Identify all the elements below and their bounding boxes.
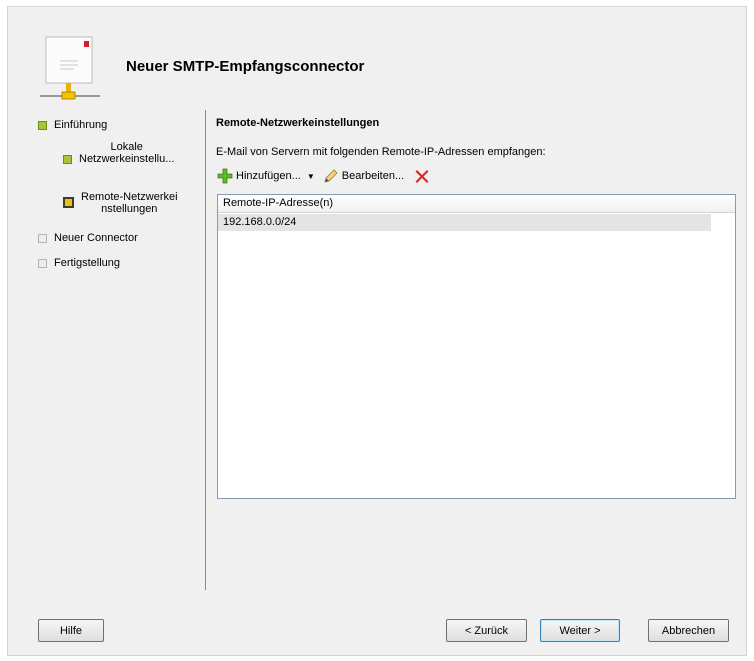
nav-step-label: Einführung [54, 119, 108, 131]
nav-step-label: Neuer Connector [54, 232, 138, 244]
section-title: Remote-Netzwerkeinstellungen [216, 117, 380, 129]
nav-step-label: Fertigstellung [54, 257, 121, 269]
step-pending-icon [38, 259, 47, 268]
green-plus-icon [217, 168, 233, 184]
wizard-header: Neuer SMTP-Empfangsconnector [8, 7, 746, 107]
wizard-dialog: Neuer SMTP-Empfangsconnector Einführung … [7, 6, 747, 656]
help-button[interactable]: Hilfe [38, 619, 104, 642]
back-button[interactable]: < Zurück [446, 619, 527, 642]
nav-step-neuer-connector: Neuer Connector [38, 232, 138, 244]
nav-step-fertigstellung: Fertigstellung [38, 257, 120, 269]
ip-address-value: 192.168.0.0/24 [223, 216, 297, 228]
step-pending-icon [38, 234, 47, 243]
red-x-icon [415, 170, 429, 183]
nav-divider [205, 110, 206, 590]
remote-ip-list[interactable]: Remote-IP-Adresse(n) 192.168.0.0/24 [217, 194, 736, 499]
next-button[interactable]: Weiter > [540, 619, 620, 642]
step-complete-icon [38, 121, 47, 130]
nav-step-label-line2: nstellungen [101, 203, 158, 215]
nav-step-label: Lokale Netzwerkeinstellu... [79, 141, 174, 165]
delete-button[interactable] [414, 168, 430, 184]
nav-step-einfuehrung: Einführung [38, 119, 107, 131]
list-row[interactable]: 192.168.0.0/24 [218, 214, 711, 231]
edit-button-label: Bearbeiten... [341, 170, 405, 182]
list-toolbar: Hinzufügen... ▼ Bearbeiten... [217, 167, 430, 185]
step-current-icon [63, 197, 74, 208]
nav-step-label-line1: Lokale [110, 141, 143, 153]
pencil-icon [324, 169, 338, 183]
nav-step-label: Remote-Netzwerkei nstellungen [81, 191, 178, 215]
section-description: E-Mail von Servern mit folgenden Remote-… [216, 146, 546, 158]
wizard-title: Neuer SMTP-Empfangsconnector [126, 58, 365, 75]
nav-step-label-line2: Netzwerkeinstellu... [79, 153, 175, 165]
add-button-label: Hinzufügen... [236, 170, 301, 182]
column-header-label: Remote-IP-Adresse(n) [223, 197, 334, 209]
connector-envelope-icon [40, 36, 100, 100]
add-button[interactable]: Hinzufügen... ▼ [217, 168, 315, 184]
column-header-remote-ip[interactable]: Remote-IP-Adresse(n) [218, 195, 735, 213]
nav-step-remote-netzwerkeinstellungen: Remote-Netzwerkei nstellungen [63, 191, 178, 215]
chevron-down-icon[interactable]: ▼ [307, 172, 315, 181]
cancel-button[interactable]: Abbrechen [648, 619, 729, 642]
step-complete-icon [63, 155, 72, 164]
edit-button[interactable]: Bearbeiten... [323, 168, 404, 184]
nav-step-lokale-netzwerkeinstellungen: Lokale Netzwerkeinstellu... [63, 141, 174, 165]
nav-step-label-line1: Remote-Netzwerkei [81, 191, 178, 203]
